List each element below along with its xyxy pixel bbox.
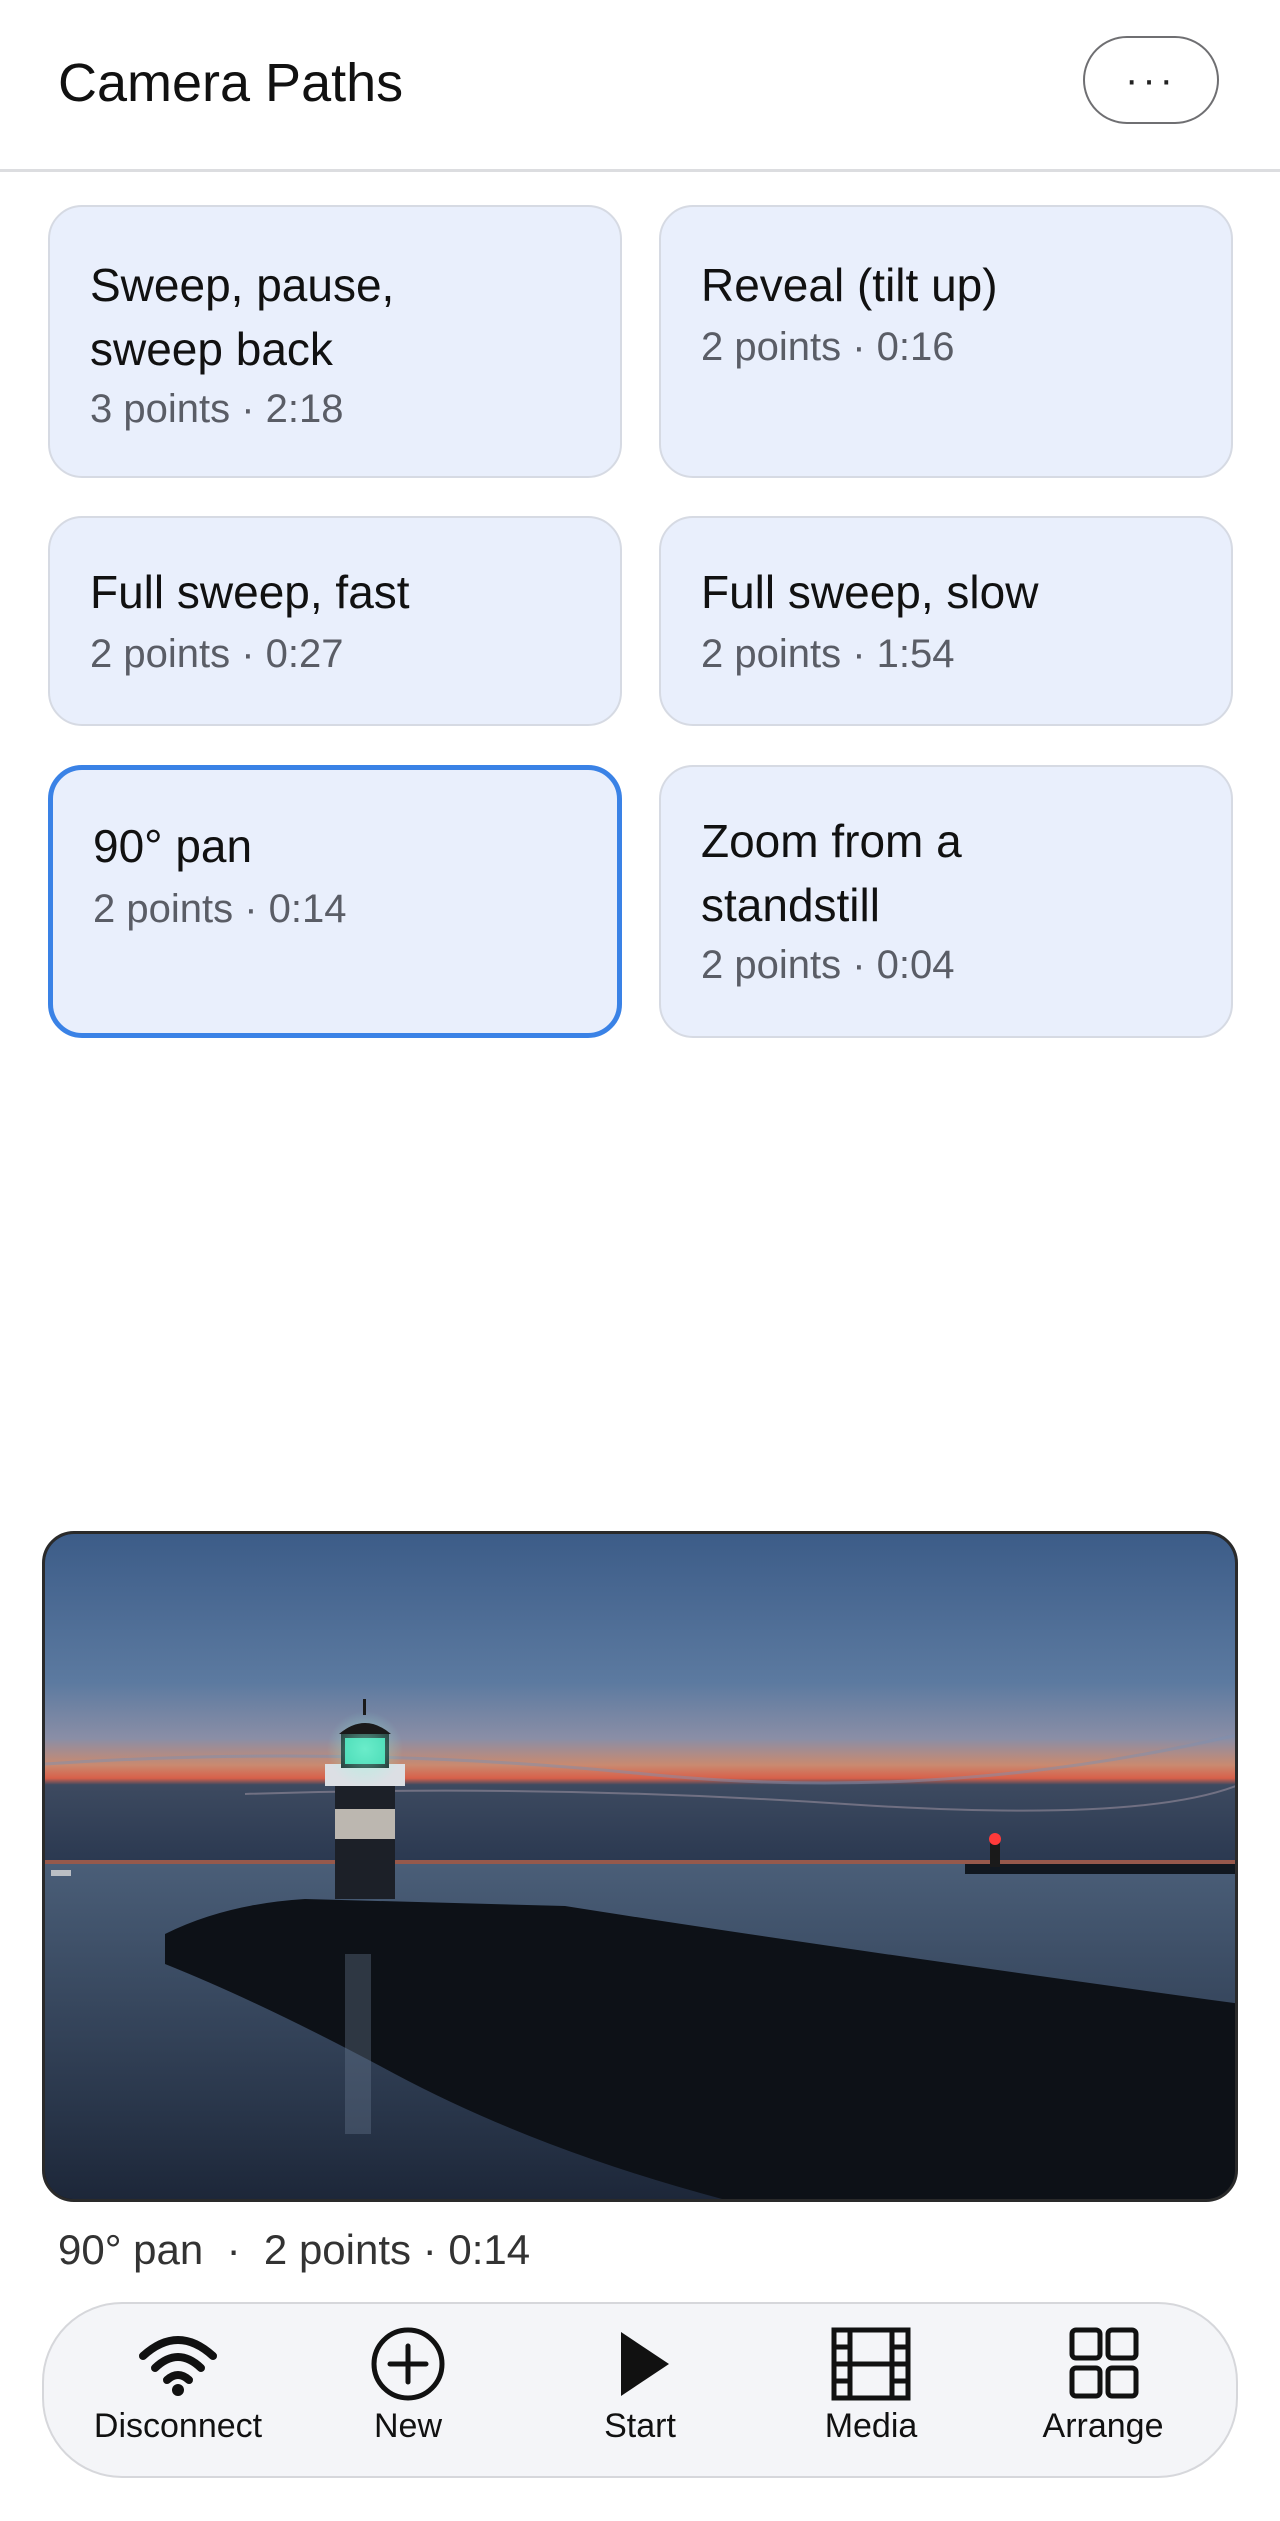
path-card-meta: 3 points · 2:18 xyxy=(90,387,344,431)
path-card-title: 90° pan xyxy=(93,820,253,872)
disconnect-label: Disconnect xyxy=(93,2407,263,2445)
lighthouse-preview-image xyxy=(45,1534,1235,2199)
arrange-label: Arrange xyxy=(1042,2407,1164,2445)
path-card-meta: 2 points · 0:04 xyxy=(701,943,955,987)
wifi-icon xyxy=(139,2336,217,2396)
path-card[interactable]: Zoom from a standstill 2 points · 0:04 xyxy=(659,765,1233,1038)
more-options-button[interactable]: ··· xyxy=(1083,36,1219,124)
path-card[interactable]: Reveal (tilt up) 2 points · 0:16 xyxy=(659,205,1233,478)
new-label: New xyxy=(373,2407,443,2445)
page-title: Camera Paths xyxy=(58,53,404,113)
path-card[interactable]: Sweep, pause, sweep back 3 points · 2:18 xyxy=(48,205,622,478)
path-card-title: Full sweep, fast xyxy=(90,566,410,618)
disconnect-button[interactable]: Disconnect xyxy=(78,2324,278,2464)
start-button[interactable]: Start xyxy=(540,2324,740,2464)
grid-icon xyxy=(1069,2327,1139,2399)
add-circle-icon xyxy=(371,2327,445,2401)
path-card[interactable]: Full sweep, fast 2 points · 0:27 xyxy=(48,516,622,726)
new-button[interactable]: New xyxy=(308,2324,508,2464)
camera-preview[interactable] xyxy=(42,1531,1238,2202)
path-card[interactable]: Full sweep, slow 2 points · 1:54 xyxy=(659,516,1233,726)
media-label: Media xyxy=(824,2407,918,2445)
media-button[interactable]: Media xyxy=(771,2324,971,2464)
path-card-meta: 2 points · 0:14 xyxy=(93,887,347,931)
path-card-title: Reveal (tilt up) xyxy=(701,259,998,311)
path-card-title: Zoom from a standstill xyxy=(701,815,962,931)
preview-caption: 90° pan · 2 points · 0:14 xyxy=(58,2226,531,2273)
app-header: Camera Paths ··· xyxy=(0,0,1280,172)
path-card-meta: 2 points · 0:27 xyxy=(90,632,344,676)
film-icon xyxy=(831,2327,911,2401)
path-card-title: Full sweep, slow xyxy=(701,566,1039,618)
path-card-meta: 2 points · 1:54 xyxy=(701,632,955,676)
path-card-title: Sweep, pause, sweep back xyxy=(90,259,395,375)
path-card-meta: 2 points · 0:16 xyxy=(701,325,955,369)
play-icon xyxy=(621,2332,669,2396)
bottom-toolbar: Disconnect New Start Media Arrange xyxy=(42,2302,1238,2478)
start-label: Start xyxy=(604,2407,676,2445)
arrange-button[interactable]: Arrange xyxy=(1003,2324,1203,2464)
path-card-selected[interactable]: 90° pan 2 points · 0:14 xyxy=(48,765,622,1038)
